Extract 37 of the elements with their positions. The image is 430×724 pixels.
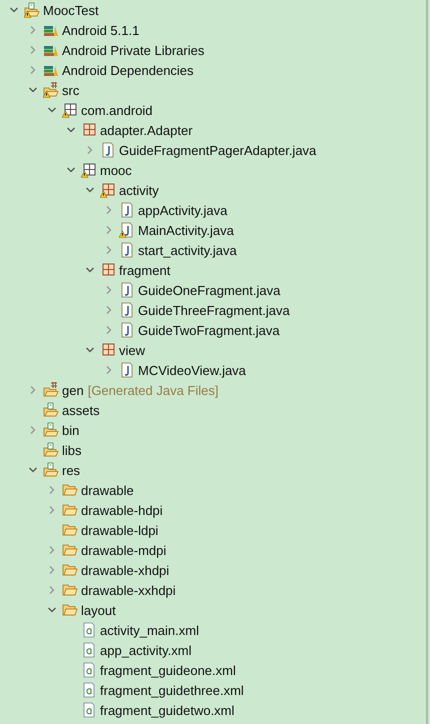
tree-item-label[interactable]: layout — [81, 602, 116, 618]
tree-item-label[interactable]: drawable-xxhdpi — [81, 582, 176, 598]
tree-item-label[interactable]: drawable — [81, 482, 134, 498]
tree-item-label[interactable]: start_activity.java — [138, 242, 237, 258]
tree-item-label[interactable]: fragment_guidethree.xml — [100, 682, 244, 698]
tree-item-label[interactable]: src — [62, 82, 80, 98]
tree-item-label[interactable]: mooc — [100, 162, 132, 178]
tree-item-label[interactable]: res — [62, 462, 80, 478]
tree-item-label[interactable]: drawable-ldpi — [81, 522, 158, 538]
tree-item-label[interactable]: fragment_guidetwo.xml — [100, 702, 234, 718]
tree-item-label[interactable]: fragment — [119, 262, 170, 278]
tree-item-label[interactable]: adapter.Adapter — [100, 122, 193, 138]
tree-item-label[interactable]: GuideThreeFragment.java — [138, 302, 290, 318]
tree-item-label[interactable]: fragment_guideone.xml — [100, 662, 236, 678]
tree-item-label[interactable]: GuideTwoFragment.java — [138, 322, 280, 338]
tree-item-label[interactable]: GuideFragmentPagerAdapter.java — [119, 142, 316, 158]
tree-item-label[interactable]: app_activity.xml — [100, 642, 192, 658]
tree-item-label[interactable]: MoocTest — [43, 2, 99, 18]
decoration-label: [Generated Java Files] — [88, 382, 218, 398]
tree-item-label[interactable]: bin — [62, 422, 80, 438]
tree-item-label[interactable]: MCVideoView.java — [138, 362, 246, 378]
tree-item-label[interactable]: gen — [62, 382, 84, 398]
tree-item-label[interactable]: drawable-mdpi — [81, 542, 166, 558]
tree-item-label[interactable]: view — [119, 342, 146, 358]
tree-item-label[interactable]: com.android — [81, 102, 153, 118]
tree-item-label[interactable]: drawable-xhdpi — [81, 562, 170, 578]
tree-item-label[interactable]: libs — [62, 442, 82, 458]
tree-item-label[interactable]: appActivity.java — [138, 202, 228, 218]
tree-item-label[interactable]: Android Dependencies — [62, 62, 194, 78]
tree-item-label[interactable]: GuideOneFragment.java — [138, 282, 280, 298]
tree-item-label[interactable]: drawable-hdpi — [81, 502, 163, 518]
tree-item-label[interactable]: activity — [119, 182, 159, 198]
tree-item-label[interactable]: Android 5.1.1 — [62, 22, 140, 38]
tree-item-label[interactable]: activity_main.xml — [100, 622, 199, 638]
tree-item-label[interactable]: MainActivity.java — [138, 222, 234, 238]
tree-item-label[interactable]: assets — [62, 402, 100, 418]
tree-item-label[interactable]: Android Private Libraries — [62, 42, 204, 58]
